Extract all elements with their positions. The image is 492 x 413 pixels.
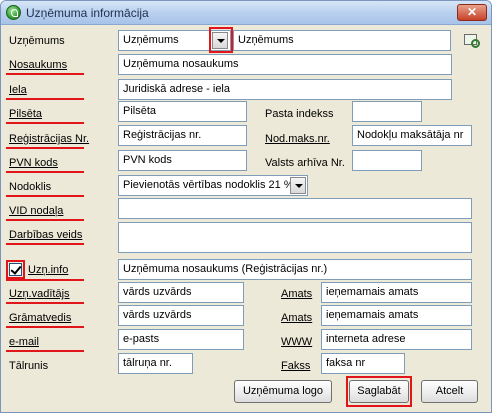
gramatvedis-field[interactable]: vārds uzvārds [118,305,244,326]
uzn-vaditajs-label: Uzņ.vadītājs [9,288,70,300]
search-icon[interactable] [464,34,480,48]
highlight-underline [6,350,84,352]
darbibas-veids-field[interactable] [118,222,472,253]
highlight-underline [6,302,84,304]
email-field[interactable]: e-pasts [118,329,244,350]
amats-field[interactable]: ieņemamais amats [321,282,472,303]
uzn-vaditajs-field[interactable]: vārds uzvārds [118,282,244,303]
fakss-label: Fakss [281,360,311,372]
highlight-underline [6,195,84,197]
close-button[interactable]: ✕ [457,4,487,21]
highlight-underline [6,73,84,75]
pvn-kods-label: PVN kods [9,157,58,169]
dropdown-arrow-icon[interactable] [290,177,306,194]
valsts-arhiva-nr-label: Valsts arhīva Nr. [265,157,345,169]
talrunis-field[interactable]: tālruņa nr. [118,353,193,374]
nodoklis-select[interactable]: Pievienotās vērtības nodoklis 21 % [118,175,308,196]
highlight-underline [6,171,84,173]
fakss-field[interactable]: faksa nr [321,353,405,374]
uznemums-label: Uzņēmums [9,35,65,47]
highlight-box [209,27,233,53]
pilseta-field[interactable]: Pilsēta [118,101,247,122]
logo-button[interactable]: Uzņēmuma logo [234,380,332,403]
nod-maks-nr-label: Nod.maks.nr. [265,133,330,145]
title-bar[interactable]: Uzņēmuma informācija ✕ [1,1,491,25]
registracijas-nr-label: Reģistrācijas Nr. [9,133,90,145]
window-title: Uzņēmuma informācija [26,6,149,20]
dialog-window: Uzņēmuma informācija ✕ Uzņēmums Uzņēmums… [0,0,492,413]
uznemums-field[interactable]: Uzņēmums [233,30,451,51]
pvn-kods-field[interactable]: PVN kods [118,150,247,171]
highlight-underline [6,243,84,245]
nosaukums-field[interactable]: Uzņēmuma nosaukums [118,54,452,75]
amats-label: Amats [281,288,313,300]
checkbox-checked-icon[interactable] [9,263,22,276]
save-button[interactable]: Saglabāt [349,380,409,403]
vid-nodala-label: VID nodaļa [9,205,64,217]
app-icon [6,5,21,20]
vid-nodala-field[interactable] [118,198,472,219]
highlight-underline [6,279,84,281]
talrunis-label: Tālrunis [9,360,49,372]
nodoklis-label: Nodoklis [9,181,52,193]
iela-label: Iela [9,84,27,96]
highlight-underline [6,219,84,221]
pasta-indekss-field[interactable] [352,101,422,122]
iela-field[interactable]: Juridiskā adrese - iela [118,79,452,100]
close-icon: ✕ [466,5,478,19]
nosaukums-label: Nosaukums [9,59,68,71]
amats-label: Amats [281,312,313,324]
www-field[interactable]: interneta adrese [321,329,472,350]
form-content: Uzņēmums Uzņēmums Uzņēmums Nosaukums Uzņ… [1,26,491,412]
uzn-info-label: Uzņ.info [28,264,69,276]
highlight-underline [6,98,84,100]
highlight-underline [6,326,84,328]
pilseta-label: Pilsēta [9,108,43,120]
pasta-indekss-label: Pasta indekss [265,108,334,120]
amats-field[interactable]: ieņemamais amats [321,305,472,326]
highlight-underline [6,122,84,124]
highlight-underline [6,147,84,149]
gramatvedis-label: Grāmatvedis [9,312,72,324]
uzn-info-field[interactable]: Uzņēmuma nosaukums (Reģistrācijas nr.) [118,259,472,280]
cancel-button[interactable]: Atcelt [421,380,478,403]
registracijas-nr-field[interactable]: Reģistrācijas nr. [118,125,247,146]
valsts-arhiva-nr-field[interactable] [352,150,422,171]
www-label: WWW [281,336,313,348]
darbibas-veids-label: Darbības veids [9,229,83,241]
email-label: e-mail [9,336,39,348]
nod-maks-nr-field[interactable]: Nodokļu maksātāja nr [352,125,472,146]
